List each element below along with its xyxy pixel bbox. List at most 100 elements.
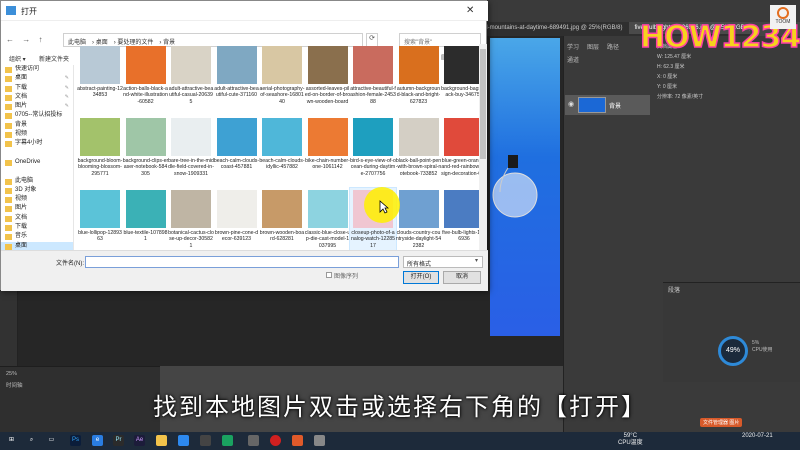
folder-taskbar-icon[interactable]: [156, 435, 167, 446]
file-name: blue-textile-1078981: [123, 230, 168, 243]
file-name: brown-pine-cone-decor-639123: [214, 230, 259, 243]
nav-arrows-icon[interactable]: ← → ↑: [6, 35, 45, 44]
search-icon[interactable]: ⌕: [26, 435, 37, 446]
filename-input[interactable]: [85, 256, 399, 268]
prop-y[interactable]: Y: 0 厘米: [657, 83, 794, 90]
tab-channels[interactable]: 通道: [563, 53, 583, 66]
nav-item[interactable]: 此电脑: [1, 177, 73, 186]
file-item[interactable]: background-bloom-blooming-blossom-295771: [77, 116, 123, 198]
nav-item[interactable]: 图片 ✎: [1, 102, 73, 111]
prop-x[interactable]: X: 0 厘米: [657, 73, 794, 80]
nav-item[interactable]: 下载 ✎: [1, 84, 73, 93]
tab-learn[interactable]: 学习: [563, 40, 583, 53]
premiere-taskbar-icon[interactable]: Pr: [113, 435, 124, 446]
file-item[interactable]: beach-calm-clouds-coast-457881: [214, 116, 260, 198]
chevron-down-icon[interactable]: ▾: [475, 257, 478, 264]
file-item[interactable]: blue-lollipop-1289363: [77, 188, 123, 250]
folder-icon: [5, 141, 12, 148]
nav-item[interactable]: 桌面: [1, 241, 73, 250]
file-thumbnail: [353, 46, 393, 84]
app-taskbar-icon[interactable]: [248, 435, 259, 446]
nav-item[interactable]: 音乐: [1, 232, 73, 241]
file-name: beach-calm-clouds-idyllic-457882: [259, 158, 305, 171]
file-item[interactable]: beach-calm-clouds-idyllic-457882: [259, 116, 305, 198]
prop-resolution[interactable]: 分辨率: 72 像素/英寸: [657, 93, 794, 100]
close-icon[interactable]: ✕: [466, 5, 474, 16]
cancel-button[interactable]: 取消: [443, 271, 481, 284]
file-type-select[interactable]: 所有格式: [403, 256, 483, 268]
file-item[interactable]: adult-attractive-beautiful-casual-206395: [168, 44, 214, 126]
nav-item[interactable]: 快速访问: [1, 65, 73, 74]
pin-icon: ✎: [64, 93, 69, 100]
folder-icon: [5, 94, 12, 101]
nav-item[interactable]: 视频: [1, 130, 73, 139]
browser-taskbar-icon[interactable]: e: [92, 435, 103, 446]
aftereffects-taskbar-icon[interactable]: Ae: [134, 435, 145, 446]
task-view-icon[interactable]: ▭: [46, 435, 57, 446]
file-item[interactable]: brown-wooden-board-628281: [259, 188, 305, 250]
file-item[interactable]: attractive-beautiful-fashion-female-2453…: [350, 44, 396, 126]
file-item[interactable]: bird-s-eye-view-of-ocean-during-daytime-…: [350, 116, 396, 198]
nav-item-label: OneDrive: [15, 158, 41, 165]
file-item[interactable]: blue-textile-1078981: [123, 188, 169, 250]
app-taskbar-icon[interactable]: [200, 435, 211, 446]
windows-start-icon[interactable]: ⊞: [6, 435, 17, 446]
nav-item[interactable]: 背景: [1, 121, 73, 130]
dialog-titlebar[interactable]: [1, 1, 488, 21]
nav-item[interactable]: 字幕4小时: [1, 139, 73, 148]
nav-item[interactable]: OneDrive: [1, 158, 73, 167]
file-item[interactable]: abstract-painting-1234853: [77, 44, 123, 126]
file-item[interactable]: background-clips-eraser-notebook-584305: [123, 116, 169, 198]
file-name: closeup-photo-of-analog-watch-1228517: [350, 230, 396, 249]
record-taskbar-icon[interactable]: [270, 435, 281, 446]
nav-item[interactable]: [1, 149, 73, 158]
app-taskbar-icon[interactable]: [178, 435, 189, 446]
file-item[interactable]: brown-pine-cone-decor-639123: [214, 188, 260, 250]
organize-menu[interactable]: 组织 ▾: [9, 54, 26, 63]
nav-item[interactable]: 桌面 ✎: [1, 74, 73, 83]
nav-item[interactable]: [1, 167, 73, 176]
file-item[interactable]: black-ball-point-pen-with-brown-spiral-n…: [396, 116, 442, 198]
file-thumbnail: [398, 46, 439, 84]
file-item[interactable]: bike-chain-number-one-1061142: [305, 116, 351, 198]
app-taskbar-icon[interactable]: [314, 435, 325, 446]
panel-tabs[interactable]: 学习 图层 路径通道: [563, 40, 643, 64]
taskbar-clock[interactable]: 2020-07-21: [742, 433, 773, 440]
app-taskbar-icon[interactable]: [292, 435, 303, 446]
file-item[interactable]: action-balls-black-and-white-illustratio…: [123, 44, 169, 126]
file-name: assorted-leaves-piled-on-border-of-brown…: [304, 86, 351, 105]
nav-item[interactable]: 0705--常认招投标: [1, 111, 73, 120]
prop-height[interactable]: H: 62.3 厘米: [657, 63, 794, 70]
eye-icon[interactable]: ◉: [568, 100, 574, 108]
file-name: classic-blue-close-up-die-cast-model-103…: [304, 230, 351, 249]
tab-paths[interactable]: 路径: [603, 40, 623, 53]
file-item[interactable]: bare-tree-in-the-middle-field-covered-in…: [168, 116, 214, 198]
file-thumbnail: [125, 46, 166, 84]
nav-item[interactable]: 下载: [1, 223, 73, 232]
file-thumbnail: [125, 118, 166, 156]
nav-item[interactable]: 文档 ✎: [1, 93, 73, 102]
nav-item[interactable]: 图片: [1, 204, 73, 213]
file-item[interactable]: adult-attractive-beautiful-cute-371160: [214, 44, 260, 126]
scrollbar-thumb[interactable]: [480, 49, 486, 159]
folder-icon: [5, 76, 12, 83]
file-item[interactable]: botanical-cactus-close-up-decor-305821: [168, 188, 214, 250]
app-taskbar-icon[interactable]: [222, 435, 233, 446]
nav-item[interactable]: 视频: [1, 195, 73, 204]
nav-item[interactable]: 3D 对象: [1, 186, 73, 195]
new-folder-button[interactable]: 新建文件夹: [39, 54, 69, 63]
file-item[interactable]: autumn-background-black-and-bright-62782…: [396, 44, 442, 126]
file-thumbnail: [80, 118, 120, 156]
open-button[interactable]: 打开(O): [403, 271, 439, 284]
folder-icon: [5, 225, 12, 232]
image-sequence-checkbox[interactable]: [326, 272, 332, 278]
photoshop-taskbar-icon[interactable]: Ps: [70, 435, 81, 446]
dialog-title: 打开: [21, 7, 37, 16]
nav-item[interactable]: 文档: [1, 214, 73, 223]
file-item[interactable]: assorted-leaves-piled-on-border-of-brown…: [305, 44, 351, 126]
file-grid: abstract-painting-1234853 action-balls-bl…: [77, 44, 487, 250]
file-item[interactable]: classic-blue-close-up-die-cast-model-103…: [305, 188, 351, 250]
file-item[interactable]: clouds-country-countryside-daylight-5423…: [396, 188, 442, 250]
file-item[interactable]: aerial-photography-of-seashore-1680140: [259, 44, 305, 126]
tab-layers[interactable]: 图层: [583, 40, 603, 53]
